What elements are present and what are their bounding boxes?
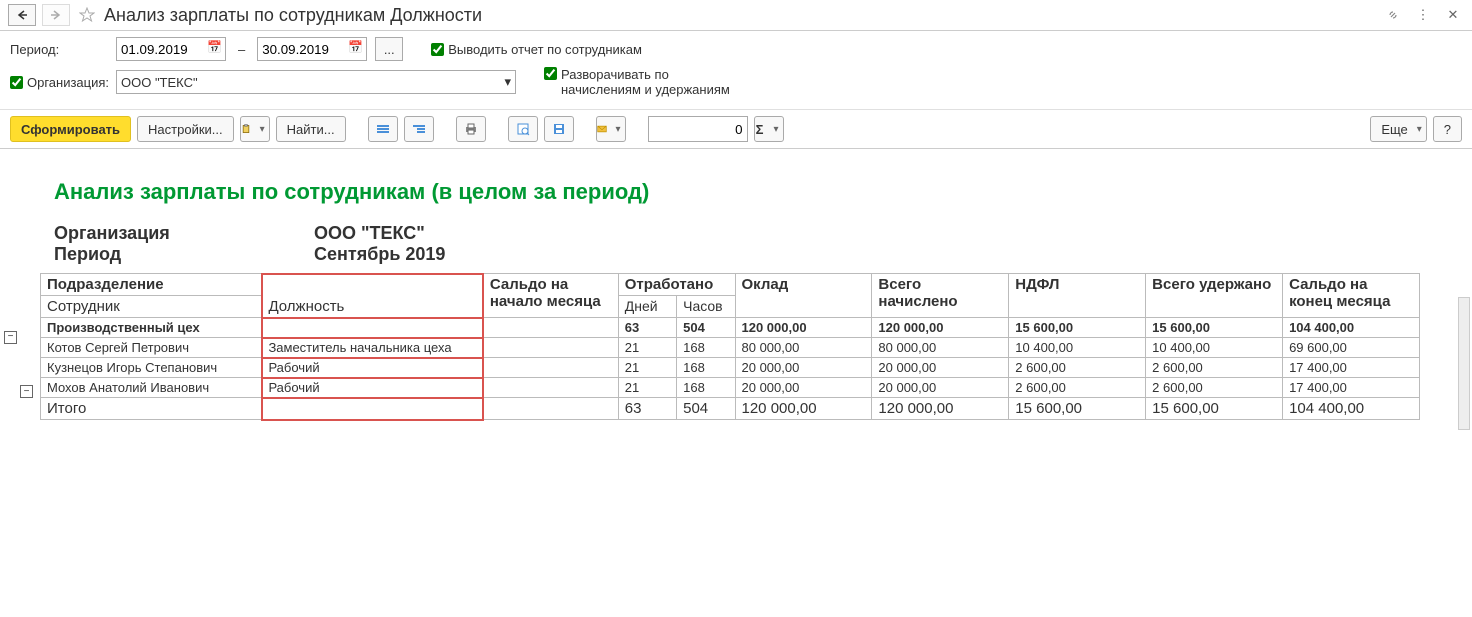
save-button[interactable] [544, 116, 574, 142]
period-picker-button[interactable]: ... [375, 37, 403, 61]
tree-collapse-group[interactable]: − [20, 385, 33, 398]
org-value: ООО "ТЕКС" [121, 75, 198, 90]
settings-button[interactable]: Настройки... [137, 116, 234, 142]
table-row: Кузнецов Игорь Степанович Рабочий 21 168… [41, 358, 1420, 378]
collapse-button[interactable] [404, 116, 434, 142]
dash: – [238, 42, 245, 57]
star-icon[interactable] [76, 4, 98, 26]
sigma-button[interactable]: Σ [754, 116, 784, 142]
more-button[interactable]: Еще [1370, 116, 1426, 142]
checkbox-expand-label-1: Разворачивать по [561, 67, 730, 82]
hdr-days: Дней [618, 296, 676, 318]
checkbox-by-employee-label: Выводить отчет по сотрудникам [448, 42, 642, 57]
dropdown-icon: ▾ [504, 74, 511, 90]
hdr-worked: Отработано [618, 274, 735, 296]
hdr-hours: Часов [677, 296, 735, 318]
org-label: Организация: [27, 75, 109, 90]
org-select[interactable]: ООО "ТЕКС" ▾ [116, 70, 516, 94]
find-button[interactable]: Найти... [276, 116, 346, 142]
hdr-saldo-end: Сальдо на конец месяца [1283, 274, 1420, 318]
hdr-employee: Сотрудник [41, 296, 262, 318]
calendar-icon[interactable]: 📅 [207, 40, 222, 54]
table-row: Мохов Анатолий Иванович Рабочий 21 168 2… [41, 378, 1420, 398]
hdr-saldo-begin: Сальдо на начало месяца [483, 274, 618, 318]
scrollbar[interactable] [1458, 297, 1470, 430]
checkbox-expand[interactable] [544, 67, 557, 80]
meta-org-label: Организация [54, 223, 314, 244]
meta-org-value: ООО "ТЕКС" [314, 223, 425, 244]
link-icon[interactable] [1382, 4, 1404, 26]
window-title: Анализ зарплаты по сотрудникам Должности [104, 5, 1376, 26]
report-title: Анализ зарплаты по сотрудникам (в целом … [40, 179, 1472, 205]
meta-period-value: Сентябрь 2019 [314, 244, 445, 265]
menu-dots-icon[interactable]: ⋮ [1412, 4, 1434, 26]
report-table: Подразделение Должность Сальдо на начало… [40, 273, 1420, 420]
table-group-row: Производственный цех 63 504 120 000,00 1… [41, 318, 1420, 338]
tree-collapse-root[interactable]: − [4, 331, 17, 344]
expand-button[interactable] [368, 116, 398, 142]
preview-button[interactable] [508, 116, 538, 142]
period-label: Период: [10, 42, 108, 57]
print-button[interactable] [456, 116, 486, 142]
table-total-row: Итого 63 504 120 000,00 120 000,00 15 60… [41, 398, 1420, 420]
help-button[interactable]: ? [1433, 116, 1462, 142]
hdr-accrued: Всего начислено [872, 274, 1009, 318]
forward-button[interactable] [42, 4, 70, 26]
hdr-ndfl: НДФЛ [1009, 274, 1146, 318]
checkbox-by-employee[interactable] [431, 43, 444, 56]
hdr-subdivision: Подразделение [41, 274, 262, 296]
paste-button[interactable] [240, 116, 270, 142]
meta-period-label: Период [54, 244, 314, 265]
calendar-icon[interactable]: 📅 [348, 40, 363, 54]
hdr-salary: Оклад [735, 274, 872, 318]
table-row: Котов Сергей Петрович Заместитель началь… [41, 338, 1420, 358]
close-icon[interactable]: ✕ [1442, 4, 1464, 26]
generate-button[interactable]: Сформировать [10, 116, 131, 142]
hdr-withheld: Всего удержано [1146, 274, 1283, 318]
checkbox-org[interactable] [10, 76, 23, 89]
back-button[interactable] [8, 4, 36, 26]
checkbox-expand-label-2: начислениям и удержаниям [561, 82, 730, 97]
sum-input[interactable] [648, 116, 748, 142]
mail-button[interactable] [596, 116, 626, 142]
